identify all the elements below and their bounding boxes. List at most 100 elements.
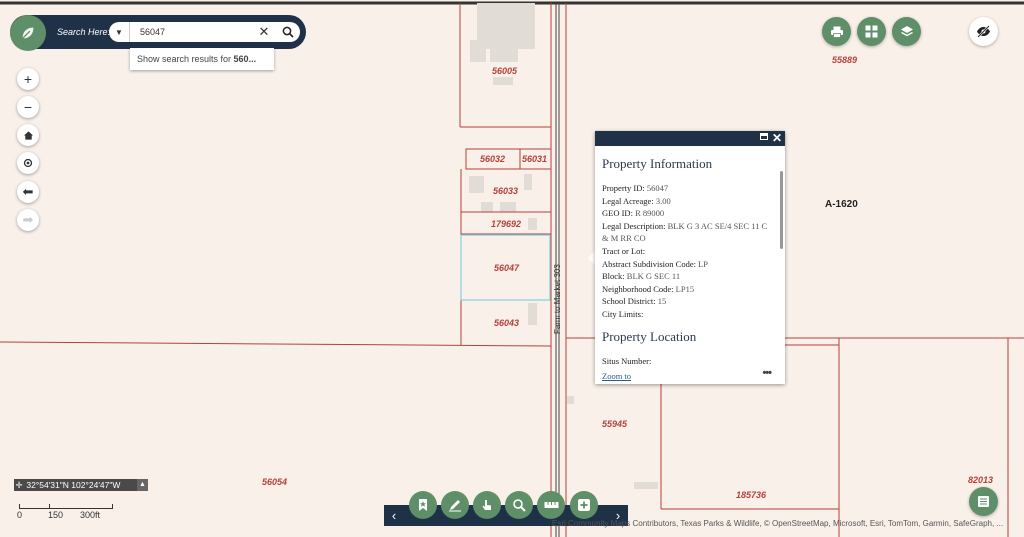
toggle-visibility-button[interactable]: [969, 17, 998, 46]
popup-pointer: [588, 251, 595, 265]
parcel-label: 179692: [491, 219, 522, 229]
crosshair-icon: ✛: [15, 480, 23, 490]
parcel-label: 56054: [262, 477, 288, 487]
parcel-label: 185736: [736, 490, 767, 500]
search-button[interactable]: [276, 22, 300, 42]
popup-field-value: LP15: [675, 283, 695, 294]
popup-field-key: Legal Description:: [602, 220, 666, 231]
scale-label-zero: 0: [17, 510, 23, 520]
popup-field-key: School District:: [602, 296, 656, 307]
search-icon: [282, 26, 294, 38]
identify-button[interactable]: [473, 491, 501, 519]
zoom-in-button[interactable]: +: [17, 68, 39, 90]
caret-up-icon[interactable]: ▲: [137, 479, 148, 491]
popup-field-row: School District: 15: [602, 295, 774, 308]
parcel-label: 55889: [832, 55, 858, 65]
bookmark-icon: [419, 499, 427, 511]
selected-parcel-label: 56047: [494, 263, 520, 273]
zoom-to-link[interactable]: Zoom to: [602, 371, 631, 381]
popup-field-row: Neighborhood Code: LP15: [602, 283, 774, 296]
popup-section-title: Property Location: [602, 328, 697, 344]
abstract-label: A-1620: [825, 199, 858, 210]
popup-field-key: Tract or Lot:: [602, 245, 646, 256]
popup-field-row: Property ID: 56047: [602, 182, 774, 195]
scale-bar: [19, 504, 113, 509]
close-icon[interactable]: ✕: [772, 131, 782, 146]
popup-field-value: 56047: [646, 183, 669, 193]
property-info-popup: ✕ Property Information Property ID: 5604…: [595, 131, 785, 384]
previous-extent-button[interactable]: ⬅: [17, 181, 39, 203]
app-logo-button[interactable]: [10, 15, 46, 51]
pointer-hand-icon: [482, 500, 491, 510]
attribute-table-button[interactable]: [969, 487, 998, 516]
clear-search-button[interactable]: ✕: [252, 22, 276, 42]
close-icon: ✕: [258, 24, 270, 39]
popup-field-row: GEO ID: R 89000: [602, 207, 774, 220]
leaf-icon: [22, 27, 34, 39]
popup-field-row: Abstract Subdivision Code: LP: [602, 258, 774, 271]
bookmarks-button[interactable]: [409, 491, 437, 519]
next-extent-button[interactable]: ➡: [17, 209, 39, 231]
popup-field-row: City Limits:: [602, 308, 774, 321]
add-box-icon: [578, 499, 590, 511]
arrow-right-icon: ➡: [22, 212, 34, 227]
search-input[interactable]: [130, 22, 252, 42]
popup-field-value: BLK G SEC 11: [626, 271, 681, 282]
parcel-label: 56031: [522, 154, 548, 164]
popup-field-value: R 89000: [635, 208, 665, 219]
caret-down-icon: ▼: [115, 27, 123, 37]
popup-field-key: Property ID:: [602, 183, 645, 193]
basemap-gallery-button[interactable]: [857, 17, 886, 46]
maximize-icon[interactable]: [760, 133, 768, 140]
chevron-left-icon: ‹: [391, 508, 397, 523]
plus-icon: +: [23, 71, 33, 87]
parcel-label: 56032: [480, 154, 506, 164]
popup-content[interactable]: Property Information Property ID: 56047 L…: [602, 156, 774, 368]
popup-field-key: Legal Acreage:: [602, 195, 654, 206]
popup-field-key: City Limits:: [602, 308, 644, 319]
search-label: Search Here:: [57, 27, 111, 37]
popup-field-value: 15: [657, 296, 667, 307]
scale-label-end: 300ft: [80, 510, 101, 520]
print-button[interactable]: [822, 17, 851, 46]
search-source-dropdown[interactable]: ▼: [109, 22, 130, 42]
popup-scrollbar[interactable]: [780, 171, 783, 249]
search-suggestion[interactable]: Show search results for 560...: [130, 48, 274, 70]
ruler-icon: [544, 502, 558, 508]
home-button[interactable]: [17, 124, 39, 146]
draw-button[interactable]: [441, 491, 469, 519]
toolbar-prev-button[interactable]: ‹: [384, 505, 404, 526]
popup-field-key: Block:: [602, 271, 625, 282]
popup-field-row: Tract or Lot:: [602, 245, 774, 258]
locate-icon: [23, 158, 33, 168]
popup-field-key: Neighborhood Code:: [602, 283, 674, 294]
locate-button[interactable]: [17, 152, 39, 174]
popup-field-situs: Situs Number:: [602, 355, 652, 366]
popup-field-value: LP: [698, 258, 709, 269]
zoom-out-button[interactable]: −: [17, 96, 39, 118]
layers-icon: [900, 25, 913, 36]
parcel-label: 56033: [493, 186, 519, 196]
popup-field-row: Legal Description: BLK G 3 AC SE/4 SEC 1…: [602, 220, 774, 245]
more-actions-button[interactable]: •••: [762, 367, 772, 379]
query-button[interactable]: [505, 491, 533, 519]
measure-button[interactable]: [537, 491, 565, 519]
arrow-left-icon: ⬅: [22, 184, 34, 199]
minus-icon: −: [23, 99, 33, 115]
popup-title: Property Information: [602, 156, 713, 171]
add-data-button[interactable]: [570, 491, 598, 519]
printer-icon: [830, 26, 843, 38]
parcel-label: 82013: [968, 475, 994, 485]
map-attribution: Esri Community Maps Contributors, Texas …: [552, 519, 1004, 528]
coordinate-text: 32°54'31"N 102°24'47"W: [26, 480, 121, 490]
popup-field-row: Legal Acreage: 3.00: [602, 195, 774, 208]
parcel-label: 55945: [602, 419, 628, 429]
layers-button[interactable]: [892, 17, 921, 46]
zoom-search-icon: [513, 499, 526, 512]
eye-off-icon: [977, 25, 990, 38]
suggestion-term: 560...: [233, 54, 257, 64]
suggestion-prefix: Show search results for: [137, 54, 234, 64]
coordinate-readout[interactable]: ✛ 32°54'31"N 102°24'47"W ▲: [14, 479, 148, 491]
home-icon: [23, 130, 33, 140]
popup-field-row: Block: BLK G SEC 11: [602, 270, 774, 283]
